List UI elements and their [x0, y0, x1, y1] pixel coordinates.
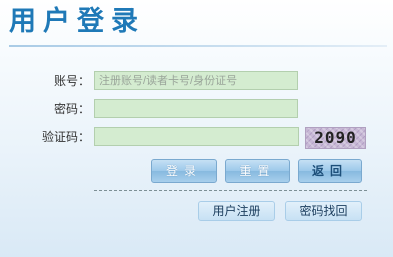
password-input[interactable]: [94, 99, 298, 118]
captcha-image[interactable]: 2090: [305, 127, 366, 149]
login-button[interactable]: 登录: [151, 159, 217, 183]
recover-password-button[interactable]: 密码找回: [285, 201, 362, 221]
register-button[interactable]: 用户注册: [198, 201, 275, 221]
account-input[interactable]: [94, 71, 298, 90]
title-divider: [9, 45, 387, 47]
back-button[interactable]: 返回: [298, 159, 362, 183]
captcha-input[interactable]: [94, 127, 299, 146]
captcha-label: 验证码：: [41, 130, 90, 144]
page-title: 用户登录: [9, 6, 145, 37]
reset-button[interactable]: 重置: [225, 159, 290, 183]
dashed-divider: [94, 190, 367, 191]
account-label: 账号：: [53, 74, 90, 88]
password-label: 密码：: [53, 102, 90, 116]
